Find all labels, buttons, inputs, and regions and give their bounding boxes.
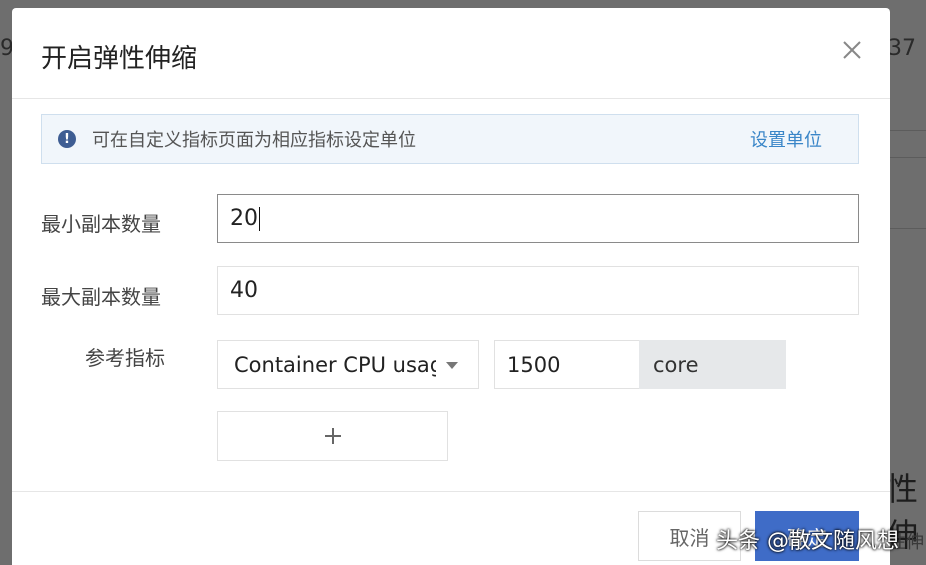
- max-replicas-input[interactable]: 40: [217, 266, 859, 315]
- metric-label: 参考指标: [85, 346, 165, 370]
- autoscale-dialog: 开启弹性伸缩 ! 可在自定义指标页面为相应指标设定单位 设置单位 最小副本数量 …: [12, 8, 890, 565]
- max-replicas-value: 40: [230, 278, 258, 303]
- caret-down-icon: [446, 362, 458, 369]
- close-button[interactable]: [838, 36, 866, 64]
- background-number: 37: [888, 36, 916, 61]
- background-divider: [888, 130, 926, 131]
- metric-select[interactable]: Container CPU usage: [217, 340, 479, 389]
- metric-target-input[interactable]: 1500: [494, 340, 640, 389]
- plus-icon: [324, 428, 341, 444]
- info-banner: ! 可在自定义指标页面为相应指标设定单位 设置单位: [41, 114, 859, 164]
- dialog-header: 开启弹性伸缩: [12, 8, 890, 99]
- set-unit-link[interactable]: 设置单位: [750, 126, 822, 152]
- add-metric-button[interactable]: [217, 411, 448, 461]
- metric-unit-addon: core: [639, 340, 786, 389]
- max-replicas-label: 最大副本数量: [41, 285, 161, 309]
- min-replicas-label: 最小副本数量: [41, 212, 161, 236]
- min-replicas-value: 20: [230, 206, 258, 231]
- background-divider: [888, 157, 926, 158]
- close-icon: [843, 41, 861, 59]
- dialog-title: 开启弹性伸缩: [41, 44, 198, 74]
- min-replicas-input[interactable]: 20: [217, 194, 859, 243]
- metric-target-value: 1500: [507, 352, 561, 377]
- info-icon: !: [58, 130, 76, 148]
- text-caret: [259, 206, 260, 231]
- background-divider: [888, 228, 926, 229]
- metric-select-value: Container CPU usage: [234, 352, 436, 377]
- watermark: 头条 @散文随风想: [716, 529, 899, 554]
- info-banner-text: 可在自定义指标页面为相应指标设定单位: [92, 130, 416, 151]
